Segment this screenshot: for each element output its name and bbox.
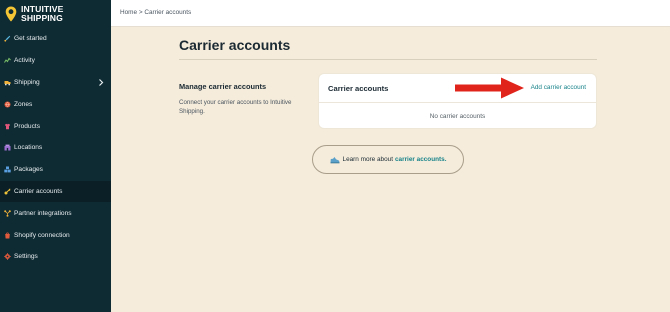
- sidebar-item-locations[interactable]: Locations: [0, 137, 111, 159]
- sidebar-item-zones[interactable]: Zones: [0, 93, 111, 115]
- sidebar-item-label: Settings: [14, 253, 38, 261]
- carrier-accounts-help-link[interactable]: carrier accounts.: [395, 156, 447, 163]
- app-logo[interactable]: INTUITIVE SHIPPING: [5, 3, 109, 25]
- sidebar-item-label: Carrier accounts: [14, 187, 63, 195]
- title-divider: [179, 59, 597, 60]
- logo-text: INTUITIVE SHIPPING: [21, 5, 63, 23]
- card-title: Carrier accounts: [328, 84, 389, 93]
- sidebar-item-shopify-connection[interactable]: Shopify connection: [0, 224, 111, 246]
- logo-line2: SHIPPING: [21, 13, 63, 23]
- sidebar-item-label: Locations: [14, 144, 43, 152]
- sidebar-item-products[interactable]: Products: [0, 115, 111, 137]
- integrations-icon: [4, 209, 11, 217]
- sidebar-item-label: Shipping: [14, 78, 40, 86]
- red-arrow-annotation: [455, 77, 524, 99]
- sidebar-item-label: Products: [14, 122, 41, 130]
- sidebar-item-label: Shopify connection: [14, 231, 70, 239]
- location-pin-icon: [5, 6, 17, 22]
- shipping-icon: [4, 79, 11, 86]
- sidebar-item-label: Partner integrations: [14, 209, 72, 217]
- sidebar-nav: Get started Activity Shipping Zones Prod…: [0, 28, 111, 268]
- sidebar: INTUITIVE SHIPPING Get started Activity …: [0, 0, 111, 312]
- breadcrumb[interactable]: Home > Carrier accounts: [120, 9, 191, 16]
- sidebar-item-label: Packages: [14, 166, 43, 174]
- section-description: Connect your carrier accounts to Intuiti…: [179, 99, 292, 115]
- zones-icon: [4, 101, 11, 108]
- section-title: Manage carrier accounts: [179, 82, 267, 91]
- packages-icon: [4, 166, 11, 173]
- sidebar-item-shipping[interactable]: Shipping: [0, 72, 111, 94]
- shopify-icon: [4, 232, 11, 239]
- locations-icon: [4, 144, 11, 151]
- add-carrier-account-link[interactable]: Add carrier account: [531, 84, 586, 91]
- learn-more-prefix: Learn more about: [342, 156, 393, 163]
- rocket-icon: [4, 35, 11, 42]
- top-bar: Home > Carrier accounts: [111, 0, 670, 27]
- learn-more-banner: Learn more about carrier accounts.: [312, 145, 464, 174]
- page-title: Carrier accounts: [179, 37, 291, 53]
- chevron-right-icon: [99, 78, 104, 86]
- sidebar-item-packages[interactable]: Packages: [0, 159, 111, 181]
- shoe-icon: [330, 156, 340, 163]
- products-icon: [4, 123, 11, 130]
- activity-icon: [4, 57, 11, 64]
- sidebar-item-label: Get started: [14, 35, 47, 43]
- empty-state-text: No carrier accounts: [429, 113, 486, 120]
- sidebar-item-carrier-accounts[interactable]: Carrier accounts: [0, 180, 111, 203]
- sidebar-item-get-started[interactable]: Get started: [0, 28, 111, 50]
- sidebar-item-activity[interactable]: Activity: [0, 50, 111, 72]
- gear-icon: [4, 253, 11, 261]
- sidebar-item-partner-integrations[interactable]: Partner integrations: [0, 202, 111, 224]
- sidebar-item-settings[interactable]: Settings: [0, 246, 111, 268]
- key-icon: [4, 188, 11, 195]
- sidebar-item-label: Zones: [14, 100, 33, 108]
- sidebar-item-label: Activity: [14, 57, 35, 65]
